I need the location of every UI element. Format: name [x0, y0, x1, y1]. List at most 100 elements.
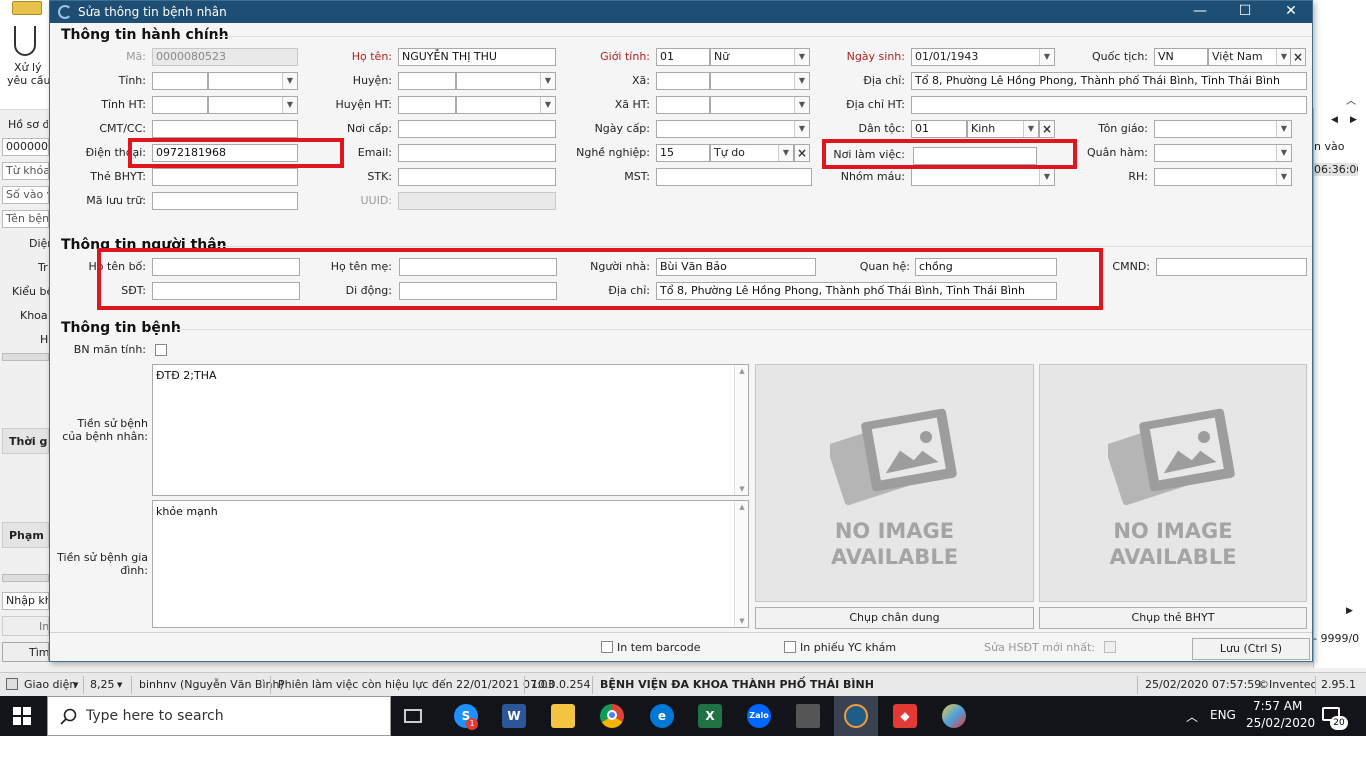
windows-start-icon[interactable]	[13, 707, 31, 725]
zoom-dropdown[interactable]: 8,25	[90, 678, 115, 691]
chevron-down-icon[interactable]: ▼	[1276, 145, 1291, 161]
xaht-code-input[interactable]	[656, 96, 710, 114]
clear-icon[interactable]: ×	[794, 144, 810, 162]
sovao-input-bg[interactable]: Số vào vi	[2, 186, 49, 204]
tiensubenh-textarea[interactable]: ĐTĐ 2;THA ▲ ▼	[152, 364, 749, 496]
minimize-icon[interactable]: —	[1177, 1, 1223, 23]
tinh-code-input[interactable]	[152, 72, 208, 90]
clear-icon[interactable]: ×	[1290, 48, 1306, 66]
chevron-down-icon[interactable]: ▼	[117, 681, 122, 689]
chevron-down-icon[interactable]: ▼	[794, 97, 809, 113]
noicap-input[interactable]	[398, 120, 556, 138]
in-tem-barcode-label[interactable]: In tem barcode	[617, 640, 701, 656]
dantoc-select[interactable]: Kinh ▼	[967, 120, 1039, 138]
hoso-tab[interactable]: Hồ sơ đi	[8, 118, 48, 131]
pham-group[interactable]: Phạm v	[2, 522, 49, 548]
tim-button-bg[interactable]: Tìm	[2, 642, 49, 662]
maluutru-input[interactable]	[152, 192, 298, 210]
chevron-down-icon[interactable]: ▼	[1276, 49, 1291, 65]
gioitinh-code-input[interactable]: 01	[656, 48, 710, 66]
tongiao-select[interactable]: ▼	[1154, 120, 1292, 138]
quanham-select[interactable]: ▼	[1154, 144, 1292, 162]
xa-select[interactable]: ▼	[710, 72, 810, 90]
huyenht-code-input[interactable]	[398, 96, 456, 114]
chevron-down-icon[interactable]: ▼	[1023, 121, 1038, 137]
ngaycap-date-input[interactable]: ▼	[656, 120, 810, 138]
xa-code-input[interactable]	[656, 72, 710, 90]
taskbar-search-box[interactable]: Type here to search	[47, 696, 391, 736]
hoten-input[interactable]: NGUYỄN THỊ THU	[398, 48, 556, 66]
scrollbar[interactable]: ▲ ▼	[734, 501, 748, 627]
chevron-down-icon[interactable]: ▼	[794, 121, 809, 137]
chevron-down-icon[interactable]: ▼	[73, 681, 78, 689]
dantoc-code-input[interactable]: 01	[911, 120, 967, 138]
chevron-up-icon[interactable]: ︿	[1346, 92, 1356, 107]
chevron-down-icon[interactable]: ▼	[1039, 49, 1054, 65]
chevron-down-icon[interactable]: ▼	[282, 97, 297, 113]
capture-bhyt-button[interactable]: Chụp thẻ BHYT	[1039, 607, 1307, 629]
chevron-down-icon[interactable]: ▼	[794, 73, 809, 89]
cmt-input[interactable]	[152, 120, 298, 138]
scroll-down-icon[interactable]: ▼	[735, 617, 749, 625]
chevron-down-icon[interactable]: ▼	[282, 73, 297, 89]
chevron-right-icon[interactable]: ▶	[1346, 606, 1353, 616]
nghenghiep-code-input[interactable]: 15	[656, 144, 710, 162]
close-icon[interactable]: ✕	[1268, 1, 1314, 23]
chevron-down-icon[interactable]: ▼	[540, 97, 555, 113]
thoigian-group[interactable]: Thời gia	[2, 428, 49, 454]
stethoscope-icon[interactable]	[14, 26, 36, 56]
paint-icon[interactable]	[942, 704, 966, 728]
printer-app-icon[interactable]	[796, 704, 820, 728]
chevron-right-icon[interactable]: ▶	[1350, 115, 1357, 125]
nghenghiep-select[interactable]: Tự do ▼	[710, 144, 794, 162]
file-explorer-icon[interactable]	[551, 704, 575, 728]
scroll-up-icon[interactable]: ▲	[735, 367, 749, 375]
chevron-down-icon[interactable]: ▼	[794, 49, 809, 65]
giaodien-dropdown[interactable]: Giao diện	[24, 678, 76, 691]
in-phieu-yc-label[interactable]: In phiếu YC khám	[800, 640, 896, 656]
diachi-input[interactable]: Tổ 8, Phường Lê Hồng Phong, Thành phố Th…	[911, 72, 1307, 90]
xaht-select[interactable]: ▼	[710, 96, 810, 114]
clock-date[interactable]: 25/02/2020	[1246, 716, 1315, 730]
quoctich-code-input[interactable]: VN	[1154, 48, 1208, 66]
nhommau-select[interactable]: ▼	[911, 168, 1055, 186]
rh-select[interactable]: ▼	[1154, 168, 1292, 186]
excel-icon[interactable]: X	[698, 704, 722, 728]
chevron-up-icon[interactable]: ︿	[1186, 708, 1198, 725]
tiensugiadinh-textarea[interactable]: khỏe mạnh ▲ ▼	[152, 500, 749, 628]
language-indicator[interactable]: ENG	[1210, 708, 1236, 722]
maximize-icon[interactable]: ☐	[1222, 1, 1268, 23]
in-button-bg[interactable]: In	[2, 616, 49, 636]
tinhht-code-input[interactable]	[152, 96, 208, 114]
thebhyt-input[interactable]	[152, 168, 298, 186]
cmnd-input[interactable]	[1156, 258, 1307, 276]
ma-input-bg[interactable]: 00000030	[2, 138, 49, 156]
xuly-label-1[interactable]: Xử lý	[14, 61, 42, 74]
xuly-label-2[interactable]: yêu cầu	[7, 74, 51, 87]
tinhht-select[interactable]: ▼	[208, 96, 298, 114]
mst-input[interactable]	[656, 168, 812, 186]
nhapkha-input-bg[interactable]: Nhập khá	[2, 592, 49, 610]
huyen-code-input[interactable]	[398, 72, 456, 90]
scrollbar[interactable]: ▲ ▼	[734, 365, 748, 495]
edge-icon[interactable]: e	[650, 704, 674, 728]
stk-input[interactable]	[398, 168, 556, 186]
chevron-down-icon[interactable]: ▼	[1276, 169, 1291, 185]
dialog-title-bar[interactable]: Sửa thông tin bệnh nhân — ☐ ✕	[50, 1, 1312, 23]
app-menu-icon[interactable]	[12, 1, 42, 15]
in-tem-barcode-checkbox[interactable]	[601, 641, 613, 653]
gioitinh-select[interactable]: Nữ ▼	[710, 48, 810, 66]
task-view-icon[interactable]	[404, 709, 422, 723]
save-button[interactable]: Lưu (Ctrl S)	[1192, 638, 1310, 660]
ngaysinh-date-input[interactable]: 01/01/1943 ▼	[911, 48, 1055, 66]
anydesk-icon[interactable]: ◆	[893, 704, 917, 728]
huyenht-select[interactable]: ▼	[456, 96, 556, 114]
diachiht-input[interactable]	[911, 96, 1307, 114]
quoctich-select[interactable]: Việt Nam ▼	[1208, 48, 1292, 66]
bg-scroll-1[interactable]	[2, 353, 49, 361]
clock-time[interactable]: 7:57 AM	[1253, 699, 1302, 713]
clear-icon[interactable]: ×	[1039, 120, 1055, 138]
tenbenh-input-bg[interactable]: Tên bệnh	[2, 210, 49, 228]
vao-column-header[interactable]: n vào	[1314, 140, 1358, 153]
chevron-left-icon[interactable]: ◀	[1331, 115, 1338, 125]
